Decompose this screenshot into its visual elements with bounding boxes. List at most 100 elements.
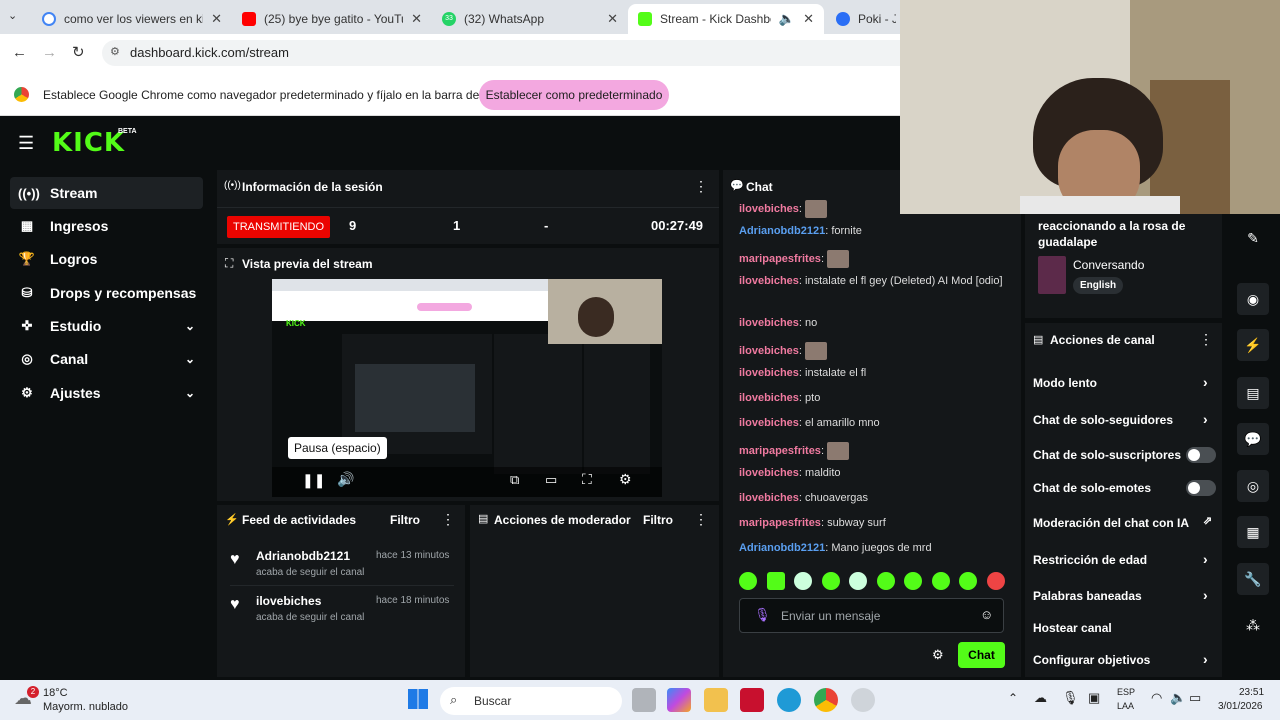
- close-icon[interactable]: ✕: [211, 11, 222, 27]
- taskbar-search[interactable]: ⌕ Buscar: [440, 687, 622, 715]
- wifi-icon[interactable]: ◠: [1151, 690, 1162, 706]
- emote-icon[interactable]: [739, 572, 757, 590]
- task-view-icon[interactable]: [632, 688, 656, 712]
- close-icon[interactable]: ✕: [411, 11, 422, 27]
- chat-username[interactable]: Adrianobdb2121: [739, 542, 825, 554]
- chat-input[interactable]: 🎙 Enviar un mensaje ☺: [739, 598, 1004, 633]
- emoji-icon[interactable]: ☺: [980, 607, 993, 622]
- chat-username[interactable]: maripapesfrites: [739, 517, 821, 529]
- theater-mode-icon[interactable]: ▭: [545, 472, 557, 488]
- lightning-icon[interactable]: ⚡: [1237, 329, 1269, 361]
- fullscreen-icon[interactable]: ⛶: [582, 471, 592, 488]
- more-options-icon[interactable]: ⋮: [1199, 331, 1213, 348]
- site-info-icon[interactable]: ⚙: [110, 45, 120, 58]
- chat-username[interactable]: ilovebiches: [739, 275, 799, 287]
- chrome-taskbar-icon[interactable]: [814, 688, 838, 712]
- chat-username[interactable]: ilovebiches: [739, 417, 799, 429]
- chat-username[interactable]: ilovebiches: [739, 317, 799, 329]
- camera-icon[interactable]: ◉: [1237, 283, 1269, 315]
- chat-settings-icon[interactable]: ⚙: [932, 647, 944, 663]
- toggle-switch[interactable]: [1186, 447, 1216, 463]
- chat-username[interactable]: maripapesfrites: [739, 445, 821, 457]
- chat-username[interactable]: maripapesfrites: [739, 253, 821, 265]
- more-options-icon[interactable]: ⋮: [694, 511, 708, 528]
- reload-icon[interactable]: ↻: [72, 43, 85, 61]
- sidebar-item-logros[interactable]: 🏆 Logros: [10, 243, 203, 275]
- back-arrow-icon[interactable]: ←: [12, 44, 27, 61]
- hamburger-menu-icon[interactable]: ☰: [18, 133, 34, 154]
- edge-icon[interactable]: [777, 688, 801, 712]
- more-options-icon[interactable]: ⋮: [441, 511, 455, 528]
- windows-start-icon[interactable]: [408, 689, 428, 709]
- chat-username[interactable]: Adrianobdb2121: [739, 225, 825, 237]
- pause-icon[interactable]: ❚❚: [302, 472, 325, 489]
- tab-kick-dashboard[interactable]: Stream - Kick Dashboard 🔈 ✕: [628, 4, 824, 34]
- more-options-icon[interactable]: ⋮: [694, 178, 708, 195]
- emote-icon[interactable]: [959, 572, 978, 590]
- chat-username[interactable]: ilovebiches: [739, 345, 799, 357]
- emote-icon[interactable]: [766, 572, 785, 590]
- battery-icon[interactable]: ▭: [1189, 690, 1201, 706]
- wrench-icon[interactable]: 🔧: [1237, 563, 1269, 595]
- toggle-switch[interactable]: [1186, 480, 1216, 496]
- settings-gear-icon[interactable]: ⚙: [619, 471, 632, 488]
- microphone-icon[interactable]: 🎙: [754, 607, 771, 623]
- tab-poki[interactable]: Poki - Jueg: [826, 4, 906, 34]
- show-hidden-icons[interactable]: ⌃: [1008, 691, 1018, 705]
- sidebar-item-ingresos[interactable]: ▦ Ingresos: [10, 210, 203, 242]
- category-name[interactable]: Conversando: [1073, 258, 1144, 272]
- chat-username[interactable]: ilovebiches: [739, 392, 799, 404]
- set-default-button[interactable]: Establecer como predeterminado: [479, 80, 669, 110]
- onedrive-icon[interactable]: ☁: [1034, 690, 1047, 706]
- clock-date[interactable]: 3/01/2026: [1218, 701, 1263, 712]
- language-indicator[interactable]: ESP: [1117, 687, 1135, 697]
- activity-filter-button[interactable]: Filtro: [390, 513, 420, 527]
- emote-icon[interactable]: [794, 572, 813, 590]
- forward-arrow-icon[interactable]: →: [42, 44, 57, 61]
- kick-logo[interactable]: KICK: [52, 128, 125, 158]
- emote-icon[interactable]: [876, 572, 895, 590]
- emote-icon[interactable]: [931, 572, 950, 590]
- display-icon[interactable]: ▣: [1088, 690, 1100, 706]
- emote-icon[interactable]: [904, 572, 923, 590]
- layout-icon[interactable]: ▦: [1237, 516, 1269, 548]
- activity-user[interactable]: ilovebiches: [256, 594, 321, 608]
- category-thumbnail[interactable]: [1038, 256, 1066, 294]
- mcafee-icon[interactable]: [740, 688, 764, 712]
- chat-username[interactable]: ilovebiches: [739, 467, 799, 479]
- emote-icon[interactable]: [821, 572, 840, 590]
- clock-time[interactable]: 23:51: [1239, 687, 1264, 698]
- broadcast-icon[interactable]: ◎: [1237, 470, 1269, 502]
- sidebar-item-canal[interactable]: ◎ Canal ⌄: [10, 343, 203, 375]
- stream-preview-video[interactable]: KICK ❚❚ 🔊 ⧉ ▭ ⛶ ⚙: [272, 279, 662, 497]
- sidebar-item-ajustes[interactable]: ⚙ Ajustes ⌄: [10, 377, 203, 409]
- picture-in-picture-icon[interactable]: ⧉: [510, 472, 519, 488]
- chat-username[interactable]: ilovebiches: [739, 367, 799, 379]
- tab-youtube[interactable]: (25) bye bye gatito - YouTube ✕: [232, 4, 432, 34]
- tab-list-chevron-icon[interactable]: ⌄: [8, 9, 26, 25]
- keyboard-layout[interactable]: LAA: [1117, 701, 1134, 711]
- copilot-icon[interactable]: [667, 688, 691, 712]
- close-icon[interactable]: ✕: [607, 11, 618, 27]
- settings-app-icon[interactable]: [851, 688, 875, 712]
- chat-username[interactable]: ilovebiches: [739, 492, 799, 504]
- tab-google-search[interactable]: como ver los viewers en kick - ✕: [32, 4, 232, 34]
- microphone-icon[interactable]: 🎙: [1062, 690, 1079, 706]
- chat-username[interactable]: ilovebiches: [739, 203, 799, 215]
- connections-icon[interactable]: ⁂: [1237, 609, 1269, 641]
- sidebar-item-estudio[interactable]: ✜ Estudio ⌄: [10, 310, 203, 342]
- mod-filter-button[interactable]: Filtro: [643, 513, 673, 527]
- document-icon[interactable]: ▤: [1237, 377, 1269, 409]
- close-icon[interactable]: ✕: [803, 11, 814, 27]
- emote-icon[interactable]: [986, 572, 1005, 590]
- edit-pencil-icon[interactable]: ✎: [1237, 222, 1269, 254]
- sidebar-item-stream[interactable]: ((•)) Stream: [10, 177, 203, 209]
- tab-whatsapp[interactable]: 33 (32) WhatsApp ✕: [432, 4, 628, 34]
- file-explorer-icon[interactable]: [704, 688, 728, 712]
- chat-bubble-icon[interactable]: 💬: [1237, 423, 1269, 455]
- activity-user[interactable]: Adrianobdb2121: [256, 549, 350, 563]
- emote-icon[interactable]: [849, 572, 868, 590]
- volume-icon[interactable]: 🔈: [1170, 690, 1186, 706]
- sidebar-item-drops[interactable]: ⛁ Drops y recompensas: [10, 277, 203, 309]
- speaker-icon[interactable]: 🔈: [779, 11, 795, 27]
